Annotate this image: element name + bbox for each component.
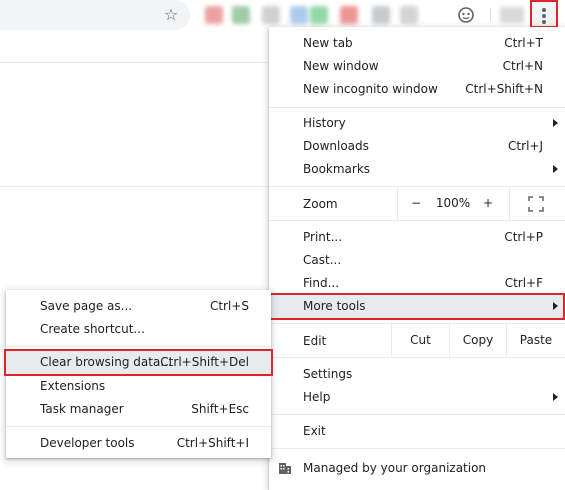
- menu-separator: [269, 107, 565, 108]
- cut-button[interactable]: Cut: [392, 324, 449, 356]
- menu-vertical-separator: [509, 187, 510, 220]
- menu-separator: [269, 448, 565, 449]
- menu-item-new-window[interactable]: New window Ctrl+N: [269, 55, 565, 78]
- menu-item-cast[interactable]: Cast...: [269, 249, 565, 272]
- face-icon[interactable]: [457, 6, 475, 24]
- menu-item-label: Managed by your organization: [303, 461, 487, 475]
- blurred-extension-icon[interactable]: [310, 6, 328, 24]
- menu-item-label: Clear browsing data...: [40, 355, 172, 369]
- shortcut-text: Ctrl+Shift+N: [465, 82, 543, 96]
- submenu-arrow-icon: [553, 119, 558, 127]
- chrome-main-menu: New tab Ctrl+T New window Ctrl+N New inc…: [269, 27, 565, 490]
- menu-item-help[interactable]: Help: [269, 386, 565, 409]
- star-icon[interactable]: ☆: [162, 6, 180, 24]
- menu-item-label: Help: [303, 390, 331, 404]
- zoom-level: 100%: [435, 196, 471, 210]
- menu-item-label: Developer tools: [40, 436, 135, 450]
- menu-item-settings[interactable]: Settings: [269, 363, 565, 386]
- menu-item-exit[interactable]: Exit: [269, 420, 565, 443]
- menu-separator: [269, 357, 565, 358]
- menu-item-label: Zoom: [303, 197, 338, 211]
- menu-item-label: New window: [303, 59, 379, 73]
- shortcut-text: Ctrl+Shift+Del: [160, 355, 249, 369]
- menu-item-more-tools[interactable]: More tools: [269, 295, 565, 318]
- menu-item-find[interactable]: Find... Ctrl+F: [269, 272, 565, 295]
- menu-item-save-page-as[interactable]: Save page as... Ctrl+S: [6, 295, 271, 318]
- menu-vertical-separator: [397, 187, 398, 220]
- blurred-profile-icon[interactable]: [500, 7, 524, 23]
- menu-item-label: Create shortcut...: [40, 322, 145, 336]
- page-divider: [0, 62, 268, 63]
- menu-separator: [6, 426, 271, 427]
- blurred-extension-icon[interactable]: [205, 6, 223, 24]
- fullscreen-icon[interactable]: [528, 196, 544, 212]
- menu-item-label: Exit: [303, 424, 326, 438]
- menu-item-create-shortcut[interactable]: Create shortcut...: [6, 318, 271, 341]
- submenu-arrow-icon: [553, 302, 558, 310]
- menu-item-managed-by-organization[interactable]: Managed by your organization: [269, 457, 565, 480]
- menu-item-label: Downloads: [303, 139, 369, 153]
- blurred-extension-icon[interactable]: [290, 6, 308, 24]
- menu-item-developer-tools[interactable]: Developer tools Ctrl+Shift+I: [6, 432, 271, 455]
- zoom-out-button[interactable]: −: [405, 187, 427, 219]
- paste-button[interactable]: Paste: [507, 324, 565, 356]
- menu-item-task-manager[interactable]: Task manager Shift+Esc: [6, 398, 271, 421]
- menu-item-label: Find...: [303, 276, 340, 290]
- blurred-extension-icon[interactable]: [262, 6, 280, 24]
- menu-item-label: History: [303, 116, 346, 130]
- menu-item-print[interactable]: Print... Ctrl+P: [269, 226, 565, 249]
- more-tools-submenu: Save page as... Ctrl+S Create shortcut..…: [4, 290, 273, 458]
- shortcut-text: Ctrl+S: [209, 299, 249, 313]
- menu-item-label: Print...: [303, 230, 343, 244]
- menu-item-label: New incognito window: [303, 82, 438, 96]
- menu-item-new-tab[interactable]: New tab Ctrl+T: [269, 32, 565, 55]
- menu-separator: [6, 346, 271, 347]
- blurred-extension-icon[interactable]: [232, 6, 250, 24]
- menu-separator: [269, 414, 565, 415]
- menu-item-label: Extensions: [40, 379, 106, 393]
- menu-item-history[interactable]: History: [269, 112, 565, 135]
- page-divider: [0, 186, 268, 187]
- menu-item-label: Task manager: [40, 402, 124, 416]
- menu-item-new-incognito-window[interactable]: New incognito window Ctrl+Shift+N: [269, 78, 565, 101]
- menu-item-extensions[interactable]: Extensions: [6, 375, 271, 398]
- zoom-in-button[interactable]: +: [477, 187, 499, 219]
- shortcut-text: Ctrl+T: [504, 36, 543, 50]
- shortcut-text: Shift+Esc: [191, 402, 249, 416]
- more-vert-icon[interactable]: [530, 0, 558, 28]
- submenu-arrow-icon: [553, 165, 558, 173]
- shortcut-text: Ctrl+J: [508, 139, 543, 153]
- menu-item-label: New tab: [303, 36, 353, 50]
- shortcut-text: Ctrl+N: [502, 59, 543, 73]
- blurred-extension-icon[interactable]: [400, 6, 418, 24]
- menu-item-label: Bookmarks: [303, 162, 371, 176]
- menu-item-label: Settings: [303, 367, 353, 381]
- blurred-extension-icon[interactable]: [340, 6, 358, 24]
- building-icon: [279, 463, 291, 474]
- submenu-arrow-icon: [553, 393, 558, 401]
- copy-button[interactable]: Copy: [450, 324, 506, 356]
- shortcut-text: Ctrl+F: [504, 276, 543, 290]
- toolbar-divider: [490, 8, 491, 22]
- menu-item-clear-browsing-data[interactable]: Clear browsing data... Ctrl+Shift+Del: [6, 351, 271, 374]
- menu-row-zoom: Zoom − 100% +: [269, 187, 565, 220]
- menu-row-edit: Edit Cut Copy Paste: [269, 324, 565, 357]
- blurred-extension-icon[interactable]: [372, 6, 390, 24]
- menu-separator: [269, 220, 565, 221]
- menu-item-label: More tools: [303, 299, 366, 313]
- menu-item-label: Edit: [303, 334, 327, 348]
- shortcut-text: Ctrl+Shift+I: [176, 436, 249, 450]
- menu-item-label: Cast...: [303, 253, 342, 267]
- menu-item-label: Save page as...: [40, 299, 133, 313]
- menu-item-bookmarks[interactable]: Bookmarks: [269, 158, 565, 181]
- menu-item-downloads[interactable]: Downloads Ctrl+J: [269, 135, 565, 158]
- shortcut-text: Ctrl+P: [504, 230, 543, 244]
